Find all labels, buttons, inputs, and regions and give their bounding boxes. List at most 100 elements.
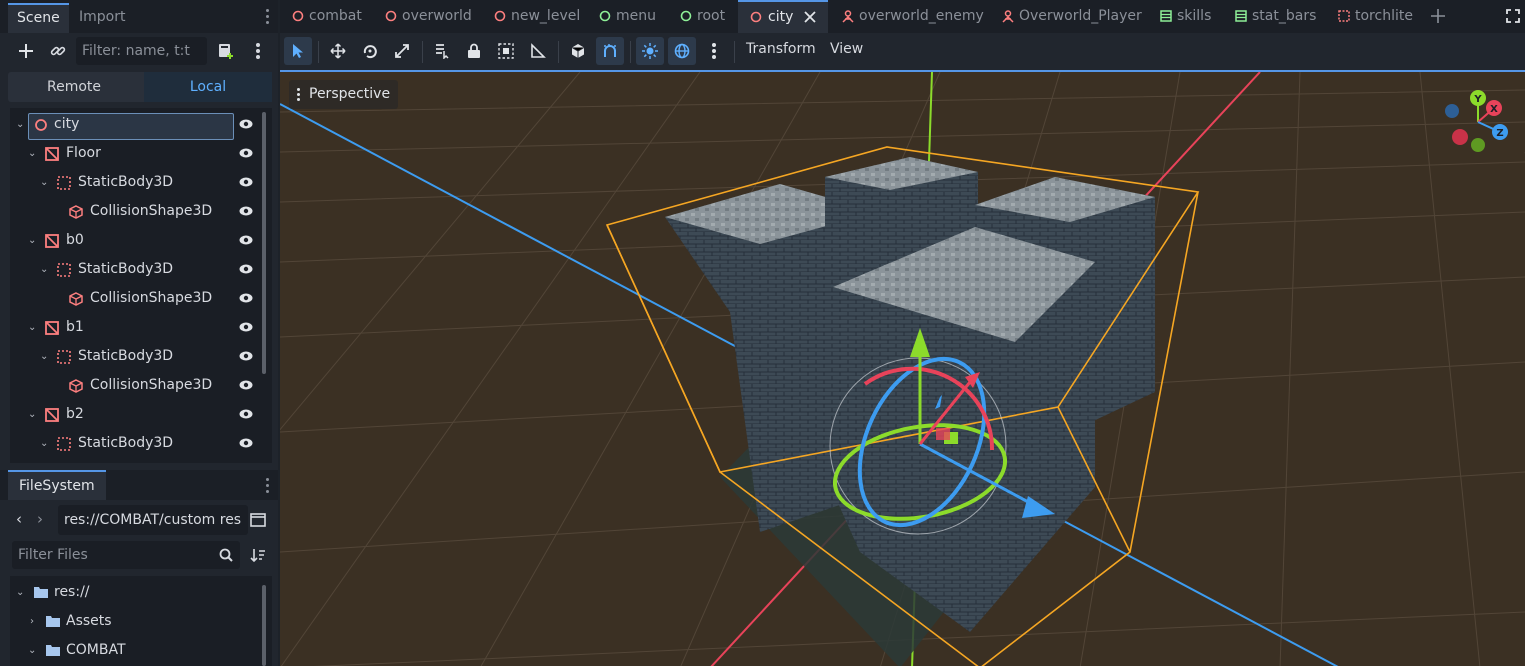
- split-view-icon[interactable]: [250, 513, 266, 527]
- chevron-down-icon[interactable]: ⌄: [28, 636, 38, 665]
- fullscreen-icon[interactable]: [1506, 9, 1520, 27]
- visibility-eye-icon[interactable]: [239, 148, 253, 158]
- chevron-down-icon[interactable]: ⌄: [28, 313, 38, 342]
- tree-item-label: b2: [66, 406, 84, 422]
- rotate-tool-icon[interactable]: [356, 37, 384, 65]
- tree-item-label: CollisionShape3D: [90, 377, 213, 393]
- visibility-eye-icon[interactable]: [239, 177, 253, 187]
- filesystem-scrollbar[interactable]: [262, 585, 266, 666]
- scene-tab-root[interactable]: root: [680, 0, 735, 33]
- select-tool-icon[interactable]: [284, 37, 312, 65]
- visibility-eye-icon[interactable]: [239, 380, 253, 390]
- scene-tab-torchlite[interactable]: torchlite: [1338, 0, 1418, 33]
- visibility-eye-icon[interactable]: [239, 293, 253, 303]
- scale-tool-icon[interactable]: [388, 37, 416, 65]
- visibility-eye-icon[interactable]: [239, 351, 253, 361]
- tree-item-floor[interactable]: ⌄ Floor: [10, 139, 260, 168]
- visibility-eye-icon[interactable]: [239, 409, 253, 419]
- gizmo-z-label: Z: [1496, 128, 1503, 139]
- scene-filter-input[interactable]: Filter: name, t:t: [76, 37, 207, 65]
- group-icon[interactable]: [492, 37, 520, 65]
- chevron-down-icon[interactable]: ⌄: [16, 578, 26, 607]
- orientation-gizmo[interactable]: Y X Z: [1440, 88, 1512, 160]
- add-tab-icon[interactable]: [1431, 9, 1445, 27]
- tree-item-collisionshape[interactable]: CollisionShape3D: [10, 284, 260, 313]
- list-select-icon[interactable]: [428, 37, 456, 65]
- tree-item-b0[interactable]: ⌄ b0: [10, 226, 260, 255]
- tree-item-b1[interactable]: ⌄ b1: [10, 313, 260, 342]
- scene-tab-skills[interactable]: skills: [1160, 0, 1230, 33]
- local-button[interactable]: Local: [144, 72, 272, 102]
- tree-item-collisionshape[interactable]: CollisionShape3D: [10, 197, 260, 226]
- tree-item-collisionshape[interactable]: CollisionShape3D: [10, 371, 260, 400]
- view-menu[interactable]: View: [830, 33, 863, 70]
- more-options-icon[interactable]: [700, 37, 728, 65]
- collision-shape-icon: [69, 292, 83, 306]
- more-options-icon[interactable]: [246, 39, 270, 63]
- dock-menu-icon[interactable]: [266, 478, 270, 494]
- sort-icon[interactable]: [250, 547, 266, 563]
- instantiate-scene-icon[interactable]: [214, 39, 238, 63]
- scene-tab-overworld-enemy[interactable]: overworld_enemy: [842, 0, 984, 33]
- chevron-down-icon[interactable]: ⌄: [40, 429, 50, 458]
- lock-icon[interactable]: [460, 37, 488, 65]
- folder-icon: [46, 645, 60, 656]
- chevron-down-icon[interactable]: ⌄: [28, 400, 38, 429]
- remote-button[interactable]: Remote: [8, 72, 140, 102]
- local-space-icon[interactable]: [564, 37, 592, 65]
- chevron-down-icon[interactable]: ⌄: [40, 342, 50, 371]
- chevron-right-icon[interactable]: ›: [30, 607, 40, 636]
- scene-tab-new-level[interactable]: new_level: [494, 0, 584, 33]
- visibility-eye-icon[interactable]: [239, 438, 253, 448]
- chevron-down-icon[interactable]: ⌄: [28, 139, 38, 168]
- close-tab-icon[interactable]: [804, 11, 816, 23]
- perspective-button[interactable]: Perspective: [289, 80, 399, 109]
- chevron-down-icon[interactable]: ⌄: [40, 168, 50, 197]
- scene-render[interactable]: [280, 72, 1525, 666]
- path-input[interactable]: res://COMBAT/custom res: [58, 505, 248, 535]
- tree-item-staticbody[interactable]: ⌄ StaticBody3D: [10, 255, 260, 284]
- environment-preview-icon[interactable]: [668, 37, 696, 65]
- tab-import[interactable]: Import: [70, 3, 134, 33]
- left-dock: Scene Import Filter: name, t:t Remote Lo…: [0, 0, 278, 666]
- tree-item-staticbody[interactable]: ⌄ StaticBody3D: [10, 342, 260, 371]
- tab-filesystem[interactable]: FileSystem: [8, 470, 106, 500]
- tree-item-staticbody[interactable]: ⌄ StaticBody3D: [10, 429, 260, 458]
- scene-tab-city[interactable]: city: [738, 0, 828, 33]
- visibility-eye-icon[interactable]: [239, 235, 253, 245]
- chevron-down-icon[interactable]: ⌄: [16, 110, 26, 139]
- filter-files-input[interactable]: Filter Files: [12, 541, 240, 569]
- dashed-square-icon: [1338, 10, 1350, 22]
- scene-tree-scrollbar[interactable]: [262, 112, 266, 374]
- tab-scene[interactable]: Scene: [8, 3, 69, 33]
- 3d-viewport[interactable]: Perspective Y X Z: [280, 70, 1525, 666]
- csg-mesh-icon: [45, 408, 59, 422]
- scene-tab-stat-bars[interactable]: stat_bars: [1235, 0, 1325, 33]
- character-icon: [842, 10, 854, 23]
- scene-tab-combat[interactable]: combat: [292, 0, 372, 33]
- chevron-down-icon[interactable]: ⌄: [28, 226, 38, 255]
- add-node-icon[interactable]: [14, 39, 38, 63]
- ruler-icon[interactable]: [524, 37, 552, 65]
- scene-tab-overworld-player[interactable]: Overworld_Player: [1002, 0, 1142, 33]
- back-arrow-icon[interactable]: ‹: [16, 510, 22, 528]
- snap-icon[interactable]: [596, 37, 624, 65]
- scene-tab-overworld[interactable]: overworld: [385, 0, 480, 33]
- scene-tab-menu[interactable]: menu: [599, 0, 664, 33]
- tree-item-b2[interactable]: ⌄ b2: [10, 400, 260, 429]
- static-body-icon: [57, 263, 71, 277]
- tree-item-staticbody[interactable]: ⌄ StaticBody3D: [10, 168, 260, 197]
- visibility-eye-icon[interactable]: [239, 119, 253, 129]
- visibility-eye-icon[interactable]: [239, 322, 253, 332]
- dock-menu-icon[interactable]: [266, 9, 270, 25]
- scene-tree: ⌄ city ⌄ Floor ⌄ StaticBody3D CollisionS…: [10, 108, 272, 463]
- transform-menu[interactable]: Transform: [746, 33, 816, 70]
- link-icon[interactable]: [46, 39, 70, 63]
- visibility-eye-icon[interactable]: [239, 206, 253, 216]
- tree-item-city[interactable]: ⌄ city: [10, 110, 260, 140]
- sun-preview-icon[interactable]: [636, 37, 664, 65]
- visibility-eye-icon[interactable]: [239, 264, 253, 274]
- move-tool-icon[interactable]: [324, 37, 352, 65]
- forward-arrow-icon[interactable]: ›: [37, 510, 43, 528]
- chevron-down-icon[interactable]: ⌄: [40, 255, 50, 284]
